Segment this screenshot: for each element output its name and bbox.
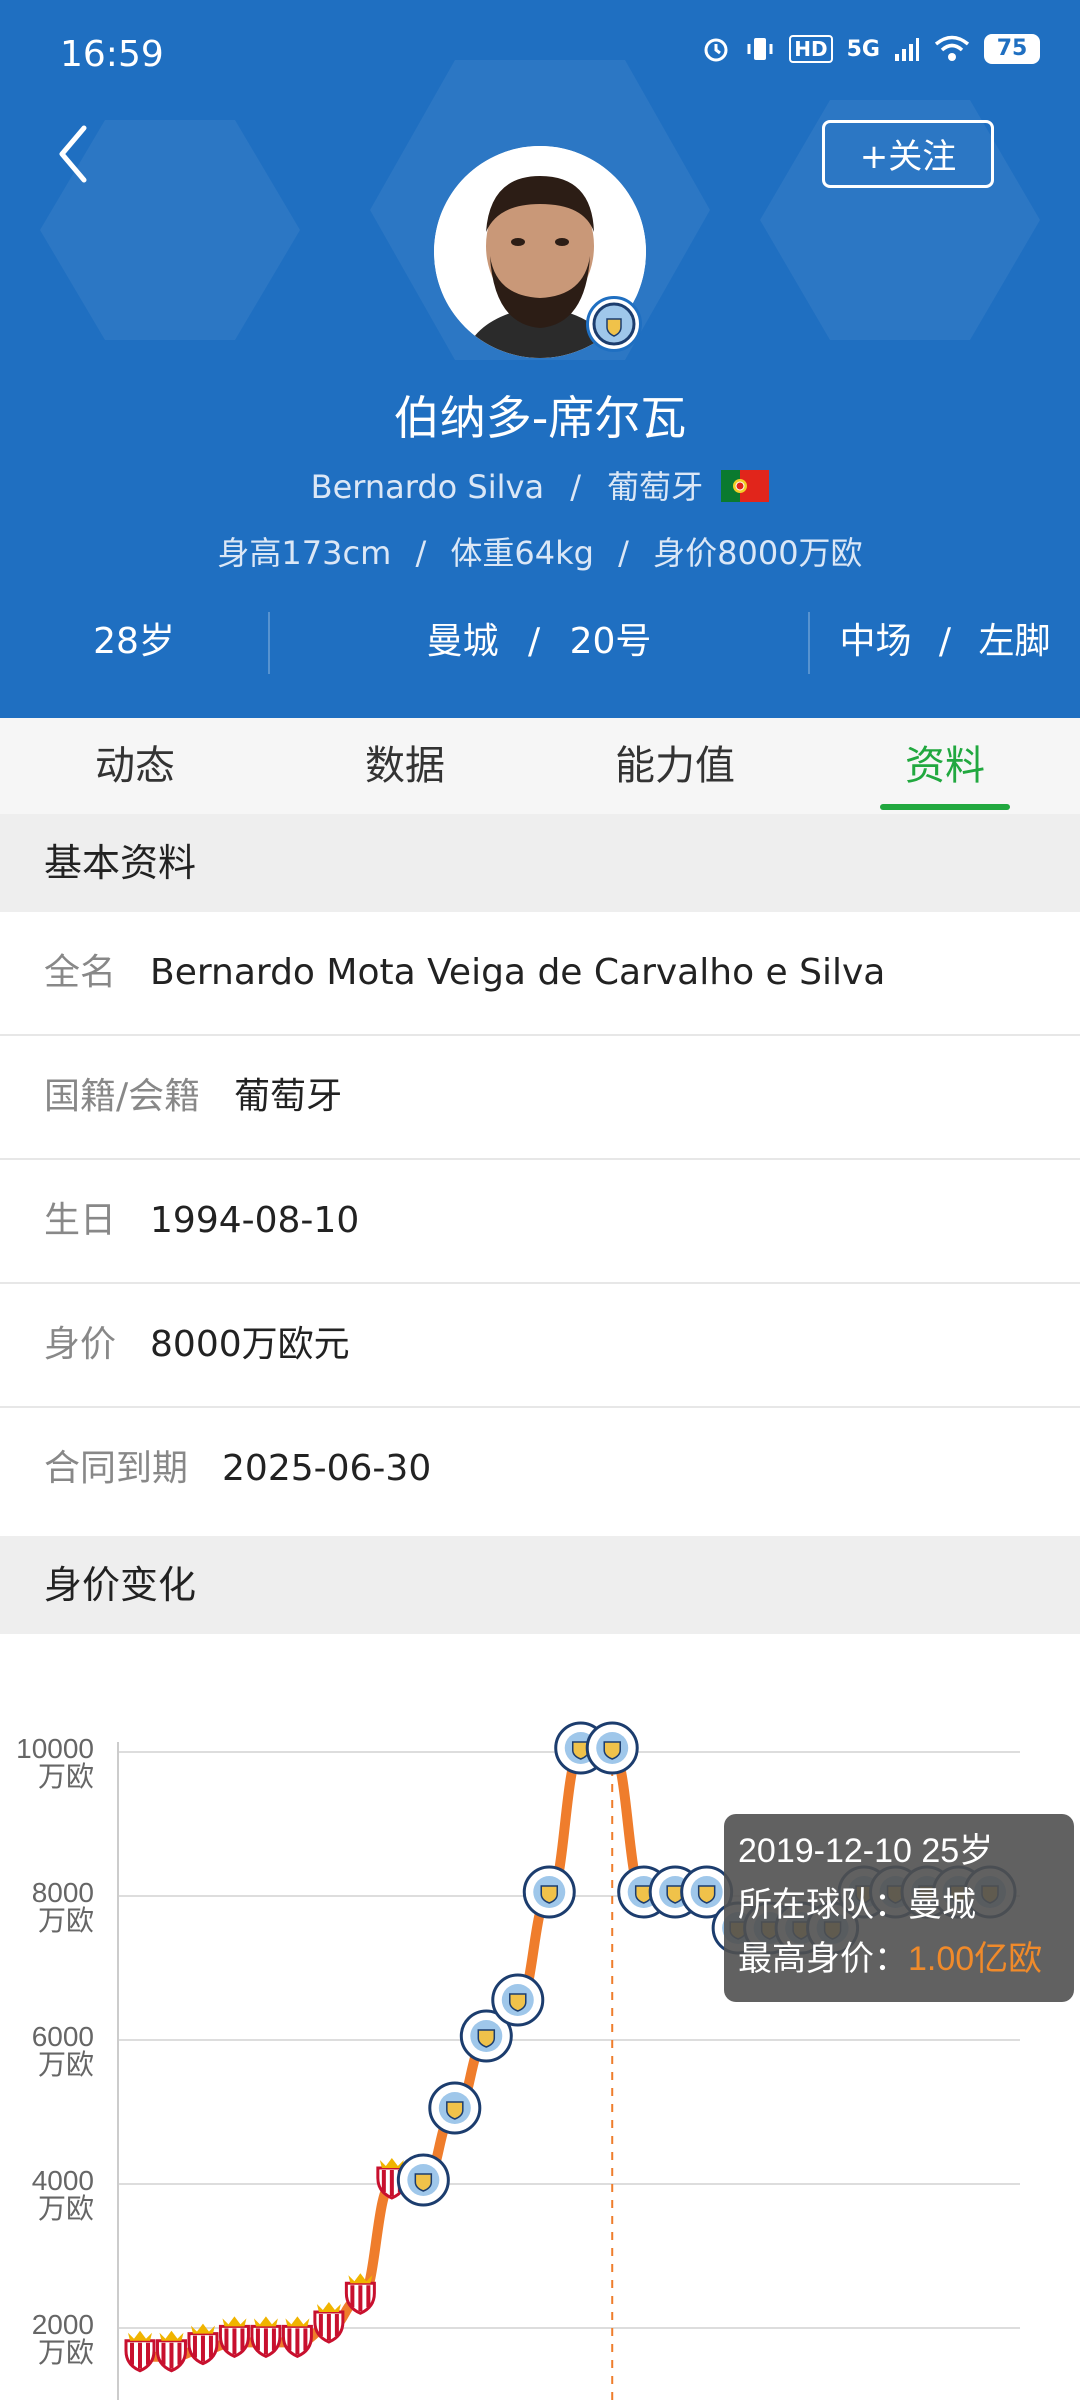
- info-label: 生日: [44, 1200, 117, 1241]
- position: 中场: [839, 621, 912, 662]
- player-nationality: 葡萄牙: [607, 468, 704, 506]
- tab-indicator: [880, 804, 1010, 810]
- y-tick-unit: 万欧: [38, 2337, 94, 2368]
- club-name: 曼城: [426, 621, 499, 662]
- info-value: 葡萄牙: [234, 1076, 343, 1117]
- info-value: 2025-06-30: [222, 1448, 432, 1489]
- y-tick-label: 10000: [16, 1733, 94, 1764]
- info-row-fullname: 全名 Bernardo Mota Veiga de Carvalho e Silv…: [0, 912, 1080, 1036]
- info-row-value: 身价 8000万欧元: [0, 1284, 1080, 1408]
- y-tick-unit: 万欧: [38, 2193, 94, 2224]
- man-city-point-icon[interactable]: [585, 1721, 639, 1775]
- tooltip-date: 2019-12-10 25岁: [738, 1832, 993, 1870]
- monaco-point-icon[interactable]: [155, 2330, 187, 2373]
- monaco-point-icon[interactable]: [250, 2316, 282, 2359]
- stat-age: 28岁: [93, 621, 175, 662]
- player-name-en: Bernardo Silva: [310, 468, 545, 506]
- signal-icon: [895, 38, 919, 61]
- club-badge-icon: [586, 296, 642, 352]
- y-tick-unit: 万欧: [38, 2049, 94, 2080]
- info-value: 8000万欧元: [150, 1324, 350, 1365]
- monaco-point-icon[interactable]: [187, 2323, 219, 2366]
- y-tick-unit: 万欧: [38, 1905, 94, 1936]
- separator: /: [938, 621, 952, 662]
- monaco-point-icon[interactable]: [218, 2316, 250, 2359]
- info-label: 合同到期: [44, 1448, 189, 1489]
- follow-button[interactable]: +关注: [822, 120, 994, 188]
- tooltip-value: 最高身价：1.00亿欧: [738, 1940, 1042, 1978]
- section-basic-info: 基本资料: [0, 814, 1080, 912]
- tab-news[interactable]: 动态: [0, 718, 270, 814]
- info-label: 国籍/会籍: [44, 1076, 201, 1117]
- y-tick-unit: 万欧: [38, 1761, 94, 1792]
- stat-position: 中场 / 左脚: [810, 612, 1080, 672]
- portugal-flag-icon: [721, 470, 770, 502]
- tab-profile[interactable]: 资料: [810, 718, 1080, 814]
- preferred-foot: 左脚: [978, 621, 1051, 662]
- player-name: 伯纳多-席尔瓦: [393, 391, 687, 445]
- y-tick-label: 6000: [32, 2021, 94, 2052]
- info-label: 全名: [44, 952, 117, 993]
- monaco-point-icon[interactable]: [313, 2302, 345, 2344]
- separator: /: [528, 621, 541, 662]
- monaco-point-icon[interactable]: [281, 2316, 313, 2359]
- network-label: 5G: [846, 36, 880, 62]
- back-arrow-icon[interactable]: [54, 122, 94, 186]
- man-city-point-icon[interactable]: [396, 2153, 450, 2207]
- tab-label: 动态: [95, 743, 175, 789]
- tab-bar: 动态 数据 能力值 资料: [0, 718, 1080, 814]
- tab-label: 资料: [905, 743, 985, 789]
- tooltip-team: 所在球队：曼城: [738, 1886, 976, 1924]
- info-label: 身价: [44, 1324, 117, 1365]
- stat-club: 曼城 / 20号: [270, 612, 808, 672]
- battery-icon: 75: [984, 34, 1040, 64]
- separator: /: [415, 534, 427, 572]
- value-line-chart[interactable]: 10000万欧8000万欧6000万欧4000万欧2000万欧2019-12-1…: [0, 1634, 1080, 2400]
- status-bar: 16:59 HD 5G 75: [60, 34, 1040, 84]
- info-row-birthday: 生日 1994-08-10: [0, 1160, 1080, 1284]
- separator: /: [570, 468, 581, 506]
- monaco-point-icon[interactable]: [344, 2273, 376, 2315]
- monaco-point-icon[interactable]: [124, 2330, 156, 2373]
- tab-label: 能力值: [615, 743, 735, 789]
- separator: /: [618, 534, 629, 572]
- y-tick-label: 4000: [32, 2165, 94, 2196]
- info-row-nationality: 国籍/会籍 葡萄牙: [0, 1036, 1080, 1160]
- player-stats-bar: 28岁 曼城 / 20号 中场 / 左脚: [0, 612, 1080, 682]
- shirt-number: 20号: [569, 621, 652, 662]
- info-row-contract: 合同到期 2025-06-30: [0, 1408, 1080, 1532]
- status-time: 16:59: [60, 34, 164, 75]
- info-value: Bernardo Mota Veiga de Carvalho e Silva: [150, 952, 886, 993]
- y-tick-label: 2000: [32, 2309, 94, 2340]
- tab-ability[interactable]: 能力值: [540, 718, 810, 814]
- player-subtitle: Bernardo Silva / 葡萄牙: [0, 462, 1080, 508]
- player-header: 16:59 HD 5G 75 +关注 伯纳多-席尔瓦 Bernardo Silv…: [0, 0, 1080, 718]
- player-body-info: 身高173cm / 体重64kg / 身价8000万欧: [0, 528, 1080, 574]
- tab-stats[interactable]: 数据: [270, 718, 540, 814]
- vibrate-icon: [747, 38, 773, 60]
- player-weight: 体重64kg: [450, 534, 594, 572]
- status-icons: HD 5G 75: [701, 34, 1040, 64]
- player-value: 身价8000万欧: [653, 534, 863, 572]
- tab-label: 数据: [365, 743, 445, 789]
- value-history-chart[interactable]: 10000 万欧 8000 万欧 6000 万欧 4000 万欧 2000 万欧 2019-12-1…: [0, 1634, 1080, 2400]
- wifi-icon: [934, 35, 970, 61]
- tooltip-value-amount: 1.00亿欧: [908, 1940, 1042, 1978]
- alarm-icon: [704, 38, 728, 62]
- player-height: 身高173cm: [217, 534, 392, 572]
- man-city-point-icon[interactable]: [522, 1865, 576, 1919]
- man-city-point-icon[interactable]: [491, 1973, 545, 2027]
- man-city-point-icon[interactable]: [428, 2081, 482, 2135]
- hd-icon: HD: [789, 35, 833, 63]
- y-tick-label: 8000: [32, 1877, 94, 1908]
- info-value: 1994-08-10: [150, 1200, 360, 1241]
- section-value-history: 身价变化: [0, 1536, 1080, 1634]
